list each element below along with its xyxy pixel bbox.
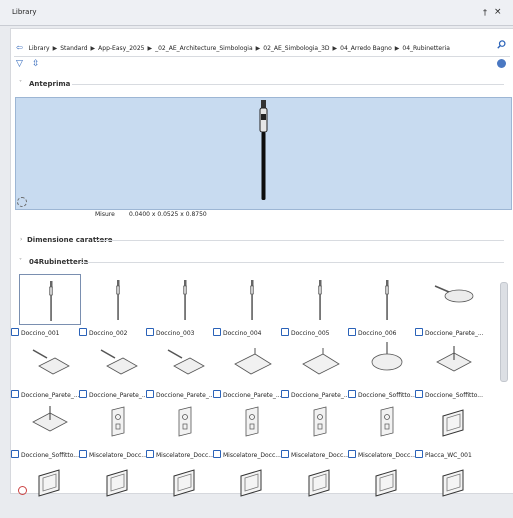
library-item[interactable]: Miscelatore_Docc... <box>79 394 151 459</box>
library-item[interactable] <box>151 454 218 512</box>
library-item[interactable]: Miscelatore_Docc... <box>146 394 218 459</box>
library-item[interactable] <box>286 454 353 512</box>
item-thumbnail <box>356 274 418 325</box>
library-item[interactable]: Doccione_Parete_... <box>146 334 218 399</box>
breadcrumb-item[interactable]: _02_AE_Architecture_Simbologia <box>155 45 253 52</box>
breadcrumb-item[interactable]: Standard <box>60 45 87 52</box>
item-thumbnail <box>221 396 283 447</box>
close-icon[interactable]: × <box>494 7 502 17</box>
section-divider <box>80 262 504 263</box>
breadcrumb-separator-icon: ▶ <box>394 45 400 52</box>
item-thumbnail <box>154 274 216 325</box>
expand-chevron-icon[interactable]: › <box>20 236 22 243</box>
item-thumbnail <box>221 336 283 387</box>
library-item[interactable]: Doccino_002 <box>79 272 151 337</box>
status-icon[interactable] <box>18 486 27 495</box>
library-item[interactable] <box>218 454 285 512</box>
library-item[interactable]: Doccino_003 <box>146 272 218 337</box>
breadcrumb: ⇦ Library ▶ Standard ▶ App-Easy_2025 ▶ _02_AE_… <box>16 43 496 53</box>
library-item[interactable]: Miscelatore_Docc... <box>348 394 420 459</box>
library-item[interactable] <box>84 454 151 512</box>
item-thumbnail <box>154 336 216 387</box>
window-title: Library <box>12 8 37 16</box>
item-thumbnail <box>19 274 81 325</box>
library-item[interactable]: Doccione_Parete_... <box>11 334 83 399</box>
back-arrow-icon[interactable]: ⇦ <box>16 43 23 52</box>
filter-icon[interactable]: ▽ <box>16 59 23 69</box>
library-item[interactable]: Doccino_001 <box>11 272 83 337</box>
item-thumbnail <box>154 456 216 507</box>
library-item[interactable]: Doccione_Soffitto... <box>348 334 420 399</box>
library-item[interactable]: Doccione_Soffitto... <box>415 334 487 399</box>
search-icon[interactable] <box>497 40 506 52</box>
library-item[interactable]: Doccino_005 <box>281 272 353 337</box>
library-item[interactable] <box>353 454 420 512</box>
breadcrumb-separator-icon: ▶ <box>147 45 153 52</box>
section-divider <box>72 84 504 85</box>
collapse-chevron-icon[interactable]: ˅ <box>19 258 22 265</box>
pin-icon[interactable]: † <box>483 8 487 17</box>
item-thumbnail <box>154 396 216 447</box>
library-item[interactable]: Doccione_Parete_... <box>415 272 487 337</box>
item-thumbnail <box>423 274 485 325</box>
shower-preview-model <box>259 100 268 200</box>
collapse-chevron-icon[interactable]: ˅ <box>19 80 22 87</box>
item-thumbnail <box>289 396 351 447</box>
library-item[interactable]: Doccino_004 <box>213 272 285 337</box>
preview-viewport[interactable] <box>15 97 512 210</box>
toolbar-divider <box>14 56 510 57</box>
item-thumbnail <box>87 396 149 447</box>
item-thumbnail <box>19 456 81 507</box>
item-thumbnail <box>221 456 283 507</box>
library-item[interactable] <box>16 454 83 512</box>
library-item[interactable]: Miscelatore_Docc... <box>213 394 285 459</box>
breadcrumb-separator-icon: ▶ <box>255 45 261 52</box>
sort-icon[interactable]: ⇳ <box>32 59 40 69</box>
item-thumbnail <box>19 396 81 447</box>
breadcrumb-item[interactable]: 02_AE_Simbologia_3D <box>263 45 329 52</box>
item-thumbnail <box>423 396 485 447</box>
breadcrumb-item[interactable]: Library <box>29 45 50 52</box>
item-thumbnail <box>87 274 149 325</box>
item-thumbnail <box>19 336 81 387</box>
rotate-view-icon[interactable] <box>17 197 27 207</box>
measure-value: 0.0400 x 0.0525 x 0.8750 <box>129 211 207 218</box>
item-thumbnail <box>356 336 418 387</box>
item-thumbnail <box>87 456 149 507</box>
item-thumbnail <box>289 336 351 387</box>
section-divider <box>97 240 504 241</box>
library-item[interactable]: Doccione_Soffitto... <box>11 394 83 459</box>
title-bar <box>0 0 513 26</box>
item-thumbnail <box>289 274 351 325</box>
section-preview-label[interactable]: Anteprima <box>29 80 70 88</box>
scrollbar-thumb[interactable] <box>500 282 508 382</box>
library-item[interactable]: Doccione_Parete_... <box>281 334 353 399</box>
item-thumbnail <box>423 336 485 387</box>
breadcrumb-item[interactable]: 04_Rubinetteria <box>402 45 450 52</box>
item-thumbnail <box>356 456 418 507</box>
breadcrumb-item[interactable]: 04_Arredo Bagno <box>340 45 392 52</box>
library-item[interactable] <box>420 454 487 512</box>
breadcrumb-separator-icon: ▶ <box>52 45 58 52</box>
item-thumbnail <box>87 336 149 387</box>
globe-icon[interactable] <box>497 59 506 68</box>
item-thumbnail <box>289 456 351 507</box>
item-thumbnail <box>221 274 283 325</box>
library-item[interactable]: Doccione_Parete_... <box>213 334 285 399</box>
library-item[interactable]: Doccino_006 <box>348 272 420 337</box>
measure-label: Misure <box>95 211 115 218</box>
library-item[interactable]: Doccione_Parete_... <box>79 334 151 399</box>
breadcrumb-separator-icon: ▶ <box>332 45 338 52</box>
breadcrumb-item[interactable]: App-Easy_2025 <box>98 45 144 52</box>
item-thumbnail <box>356 396 418 447</box>
library-item[interactable]: Placca_WC_001 <box>415 394 487 459</box>
item-thumbnail <box>423 456 485 507</box>
breadcrumb-separator-icon: ▶ <box>90 45 96 52</box>
library-item[interactable]: Miscelatore_Docc... <box>281 394 353 459</box>
